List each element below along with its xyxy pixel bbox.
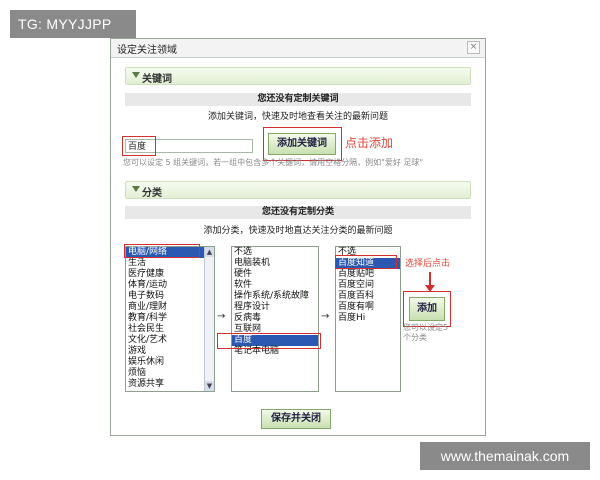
annotation-select-then-click: 选择后点击 xyxy=(405,258,451,268)
list-item[interactable]: 百度贴吧 xyxy=(336,269,400,280)
category-status: 您还没有定制分类 xyxy=(125,206,471,219)
list-item[interactable]: 娱乐休闲 xyxy=(126,357,214,368)
list-item[interactable]: 硬件 xyxy=(232,269,318,280)
category-section-title: 分类 xyxy=(142,188,162,199)
annotation-click-add: 点击添加 xyxy=(345,136,394,150)
keyword-section-title: 关键词 xyxy=(142,74,172,85)
focus-area-dialog: 设定关注领域 × 关键词 您还没有定制关键词 添加关键词，快速及时地查看关注的最… xyxy=(110,38,486,436)
keyword-section-header[interactable]: 关键词 xyxy=(125,67,471,85)
list-item[interactable]: 软件 xyxy=(232,280,318,291)
list-item[interactable]: 生活 xyxy=(126,258,214,269)
highlight-list2-selection xyxy=(217,333,321,349)
list-item[interactable]: 体育/运动 xyxy=(126,280,214,291)
highlight-add-keyword-button xyxy=(263,127,342,161)
list-item[interactable]: 操作系统/系统故障 xyxy=(232,291,318,302)
list-item[interactable]: 商业/理财 xyxy=(126,302,214,313)
list-scrollbar[interactable]: ▲ ▼ xyxy=(204,247,214,391)
list-item[interactable]: 社会民生 xyxy=(126,324,214,335)
dialog-titlebar: 设定关注领域 × xyxy=(111,39,485,58)
arrow-right-icon: → xyxy=(217,311,226,322)
save-and-close-button[interactable]: 保存并关闭 xyxy=(261,409,331,429)
category-list-level1[interactable]: 电脑/网络 生活 医疗健康 体育/运动 电子数码 商业/理财 教育/科学 社会民生 文化/艺术游… xyxy=(125,246,215,392)
list-item[interactable]: 不选 xyxy=(232,247,318,258)
list-item[interactable]: 电脑装机 xyxy=(232,258,318,269)
category-section-header[interactable]: 分类 xyxy=(125,181,471,199)
collapse-triangle-icon xyxy=(132,186,140,192)
list-item[interactable]: 百度百科 xyxy=(336,291,400,302)
arrow-right-icon: → xyxy=(321,311,330,322)
category-hint: 您可以设定5个分类 xyxy=(403,323,449,342)
category-list-level2[interactable]: 不选 电脑装机 硬件 软件 操作系统/系统故障 程序设计 反病毒 互联网 百度 笔记本电脑 xyxy=(231,246,319,392)
keyword-status: 您还没有定制关键词 xyxy=(125,93,471,106)
dialog-title: 设定关注领域 xyxy=(117,45,177,56)
list-item[interactable]: 百度Hi xyxy=(336,313,400,324)
highlight-list3-selection xyxy=(335,255,397,269)
list-item[interactable]: 百度空间 xyxy=(336,280,400,291)
watermark-bottom: www.themainak.com xyxy=(420,442,590,470)
list-item[interactable]: 游戏 xyxy=(126,346,214,357)
red-arrow-icon xyxy=(429,272,431,286)
list-item[interactable]: 电子数码 xyxy=(126,291,214,302)
list-item[interactable]: 百度有啊 xyxy=(336,302,400,313)
list-item[interactable]: 医疗健康 xyxy=(126,269,214,280)
list-item[interactable]: 反病毒 xyxy=(232,313,318,324)
keyword-tip: 添加关键词，快速及时地查看关注的最新问题 xyxy=(207,112,388,122)
list-item[interactable]: 烦恼 xyxy=(126,368,214,379)
highlight-keyword-input xyxy=(122,136,156,156)
list-item[interactable]: 文化/艺术 xyxy=(126,335,214,346)
keyword-hint: 您可以设定 5 组关键词，若一组中包含多个关键词，请用空格分隔，例如"爱好 足球… xyxy=(123,158,424,167)
category-tip: 添加分类，快速及时地直达关注分类的最新问题 xyxy=(203,226,393,236)
list-item[interactable]: 教育/科学 xyxy=(126,313,214,324)
collapse-triangle-icon xyxy=(132,72,140,78)
scroll-down-icon[interactable]: ▼ xyxy=(205,381,214,391)
highlight-add-category-button xyxy=(403,291,451,327)
watermark-top: TG: MYYJJPP xyxy=(10,10,136,38)
scroll-up-icon[interactable]: ▲ xyxy=(205,247,214,257)
highlight-list1-selection xyxy=(124,244,200,258)
list-item[interactable]: 资源共享 xyxy=(126,379,214,390)
list-item[interactable]: 程序设计 xyxy=(232,302,318,313)
close-icon[interactable]: × xyxy=(467,41,480,54)
